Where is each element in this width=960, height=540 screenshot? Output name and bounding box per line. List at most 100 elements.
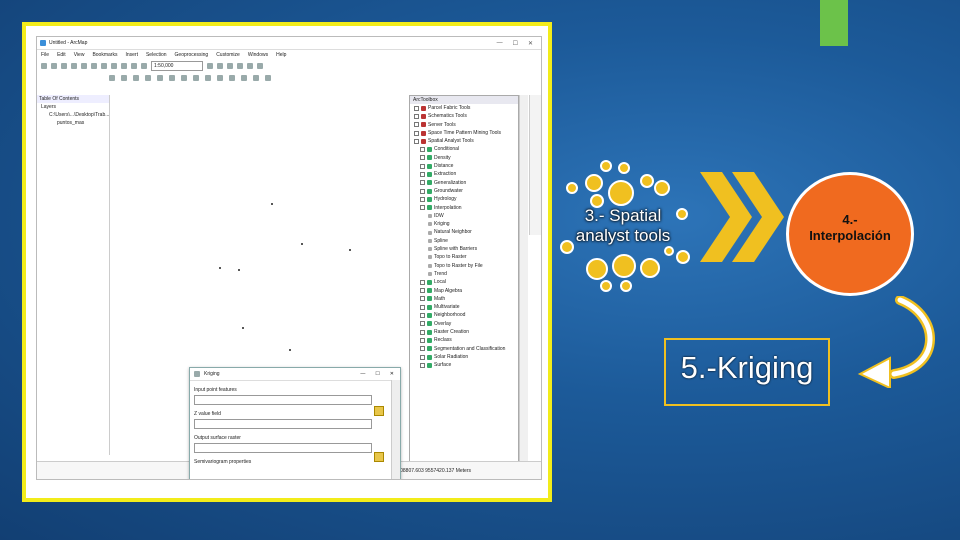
toolbox-tool-item[interactable]: Spline with Barriers (410, 245, 518, 253)
toc-layers[interactable]: Layers (37, 103, 109, 111)
expand-icon[interactable] (414, 113, 419, 119)
save-icon[interactable] (61, 63, 67, 69)
dialog-close-button[interactable]: ✕ (390, 371, 394, 377)
delete-icon[interactable] (111, 63, 117, 69)
toolbox-toolset-item[interactable]: Solar Radiation (410, 353, 518, 361)
expand-icon[interactable] (420, 288, 425, 294)
dialog-scrollbar[interactable] (391, 380, 400, 479)
open-icon[interactable] (51, 63, 57, 69)
toolbox-toolset-item[interactable]: Spatial Analyst Tools (410, 137, 518, 145)
catalog-dock-tab[interactable] (529, 95, 541, 235)
toolbox-toolset-item[interactable]: Schematics Tools (410, 112, 518, 120)
copy-icon[interactable] (91, 63, 97, 69)
expand-icon[interactable] (414, 138, 419, 144)
find-icon[interactable] (253, 75, 259, 81)
toolbox-toolset-item[interactable]: Neighborhood (410, 311, 518, 319)
toolbox-toolset-item[interactable]: Server Tools (410, 121, 518, 129)
fixed-zoom-out-icon[interactable] (169, 75, 175, 81)
expand-icon[interactable] (420, 188, 425, 194)
expand-icon[interactable] (420, 180, 425, 186)
input-points-field[interactable] (194, 395, 372, 405)
expand-icon[interactable] (420, 346, 425, 352)
toolbox-toolset-item[interactable]: Parcel Fabric Tools (410, 104, 518, 112)
expand-icon[interactable] (420, 304, 425, 310)
menu-customize[interactable]: Customize (216, 52, 240, 58)
new-icon[interactable] (41, 63, 47, 69)
toolbox-toolset-item[interactable]: Hydrology (410, 195, 518, 203)
dialog-minimize-button[interactable]: — (360, 371, 365, 377)
add-data-icon[interactable] (141, 63, 147, 69)
map-scale-select[interactable]: 1:50,000 (151, 61, 203, 71)
clear-selection-icon[interactable] (217, 75, 223, 81)
menu-geoprocessing[interactable]: Geoprocessing (175, 52, 209, 58)
toolbox-tool-item[interactable]: Topo to Raster by File (410, 262, 518, 270)
pan-icon[interactable] (133, 75, 139, 81)
toolbox-tool-item[interactable]: Topo to Raster (410, 253, 518, 261)
toolbox-toolset-item[interactable]: Extraction (410, 170, 518, 178)
menu-selection[interactable]: Selection (146, 52, 167, 58)
measure-icon[interactable] (265, 75, 271, 81)
menu-edit[interactable]: Edit (57, 52, 66, 58)
browse-folder-icon[interactable] (374, 406, 384, 416)
expand-icon[interactable] (420, 321, 425, 327)
toolbox-toolset-item[interactable]: Conditional (410, 145, 518, 153)
maximize-button[interactable]: ☐ (513, 40, 518, 47)
menu-insert[interactable]: Insert (125, 52, 138, 58)
toolbox-toolset-item[interactable]: Surface (410, 361, 518, 369)
expand-icon[interactable] (420, 354, 425, 360)
browse-folder-icon[interactable] (374, 452, 384, 462)
dialog-maximize-button[interactable]: ☐ (375, 371, 379, 377)
minimize-button[interactable]: — (497, 40, 503, 47)
toolbox-tool-item[interactable]: Kriging (410, 220, 518, 228)
redo-icon[interactable] (131, 63, 137, 69)
python-icon[interactable] (257, 63, 263, 69)
expand-icon[interactable] (420, 155, 425, 161)
toolbox-toolset-item[interactable]: Distance (410, 162, 518, 170)
menu-help[interactable]: Help (276, 52, 286, 58)
toolbox-toolset-item[interactable]: Raster Creation (410, 328, 518, 336)
toolbox-toolset-item[interactable]: Density (410, 154, 518, 162)
paste-icon[interactable] (101, 63, 107, 69)
expand-icon[interactable] (420, 205, 425, 211)
z-field-select[interactable] (194, 419, 372, 429)
expand-icon[interactable] (414, 105, 419, 111)
identify-icon[interactable] (241, 75, 247, 81)
expand-icon[interactable] (420, 196, 425, 202)
back-extent-icon[interactable] (181, 75, 187, 81)
catalog-icon[interactable] (227, 63, 233, 69)
toolbox-toolset-item[interactable]: Math (410, 295, 518, 303)
cut-icon[interactable] (81, 63, 87, 69)
toolbox-toolset-item[interactable]: Map Algebra (410, 287, 518, 295)
expand-icon[interactable] (420, 337, 425, 343)
select-elements-icon[interactable] (229, 75, 235, 81)
toolbox-toolset-item[interactable]: Space Time Pattern Mining Tools (410, 129, 518, 137)
fixed-zoom-in-icon[interactable] (157, 75, 163, 81)
close-button[interactable]: ✕ (528, 40, 533, 47)
expand-icon[interactable] (420, 279, 425, 285)
zoom-in-icon[interactable] (109, 75, 115, 81)
output-raster-field[interactable] (194, 443, 372, 453)
expand-icon[interactable] (420, 329, 425, 335)
forward-extent-icon[interactable] (193, 75, 199, 81)
expand-icon[interactable] (420, 296, 425, 302)
undo-icon[interactable] (121, 63, 127, 69)
expand-icon[interactable] (420, 163, 425, 169)
toolbox-toolset-item[interactable]: Generalization (410, 179, 518, 187)
toolbox-toolset-item[interactable]: Multivariate (410, 303, 518, 311)
search-icon[interactable] (237, 63, 243, 69)
expand-icon[interactable] (414, 122, 419, 128)
expand-icon[interactable] (420, 313, 425, 319)
full-extent-icon[interactable] (145, 75, 151, 81)
select-features-icon[interactable] (205, 75, 211, 81)
toolbox-tool-item[interactable]: Trend (410, 270, 518, 278)
print-icon[interactable] (71, 63, 77, 69)
menu-bookmarks[interactable]: Bookmarks (92, 52, 117, 58)
toolbox-tool-item[interactable]: Spline (410, 237, 518, 245)
menu-windows[interactable]: Windows (248, 52, 268, 58)
menu-view[interactable]: View (74, 52, 85, 58)
toolbox-toolset-item[interactable]: Groundwater (410, 187, 518, 195)
toc-folder[interactable]: C:\Users\...\Desktop\Trab... (37, 111, 109, 119)
expand-icon[interactable] (420, 147, 425, 153)
expand-icon[interactable] (420, 362, 425, 368)
toolbox-tool-item[interactable]: IDW (410, 212, 518, 220)
